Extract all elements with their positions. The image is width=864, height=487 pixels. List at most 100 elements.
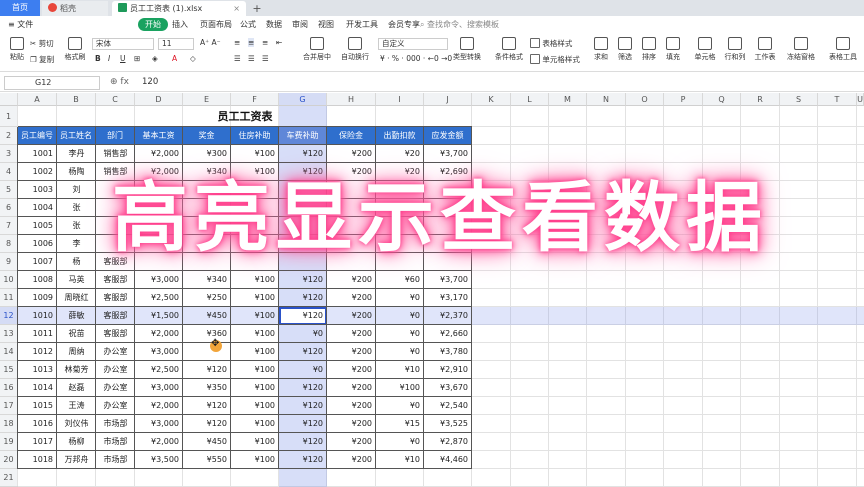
table-cell[interactable]: ¥200 — [327, 451, 376, 469]
row-header[interactable]: 18 — [0, 415, 18, 433]
row-header[interactable]: 17 — [0, 397, 18, 415]
table-cell[interactable]: ¥550 — [183, 451, 231, 469]
table-cell[interactable]: ¥2,910 — [424, 361, 472, 379]
column-header[interactable]: I — [376, 93, 424, 106]
tab-docer[interactable]: 稻壳 — [42, 1, 108, 16]
column-header[interactable]: E — [183, 93, 231, 106]
table-cell[interactable]: 1007 — [18, 253, 57, 271]
bold-button[interactable]: B — [95, 54, 101, 63]
column-header[interactable]: L — [511, 93, 549, 106]
align-center-icon[interactable]: ☰ — [248, 54, 255, 63]
column-header[interactable]: S — [780, 93, 818, 106]
new-tab-button[interactable]: + — [250, 1, 264, 16]
table-cell[interactable]: ¥200 — [327, 307, 376, 325]
table-cell[interactable]: ¥120 — [279, 145, 327, 163]
menu-formula[interactable]: 公式 — [240, 19, 256, 30]
table-cell[interactable]: 1004 — [18, 199, 57, 217]
table-cell[interactable]: ¥200 — [327, 433, 376, 451]
table-cell[interactable]: 客服部 — [96, 325, 135, 343]
table-cell[interactable]: 1001 — [18, 145, 57, 163]
table-cell[interactable]: 市场部 — [96, 451, 135, 469]
table-header-cell[interactable]: 奖金 — [183, 127, 231, 145]
table-cell[interactable]: ¥3,670 — [424, 379, 472, 397]
row-header[interactable]: 10 — [0, 271, 18, 289]
table-cell[interactable]: 市场部 — [96, 433, 135, 451]
table-cell[interactable]: ¥0 — [376, 289, 424, 307]
column-header[interactable]: M — [549, 93, 587, 106]
column-header[interactable]: O — [626, 93, 664, 106]
menu-view[interactable]: 视图 — [318, 19, 334, 30]
table-cell[interactable]: 赵磊 — [57, 379, 96, 397]
table-cell[interactable]: ¥3,000 — [135, 271, 183, 289]
menu-insert[interactable]: 插入 — [172, 19, 188, 30]
table-cell[interactable]: 1013 — [18, 361, 57, 379]
table-cell[interactable]: ¥250 — [183, 289, 231, 307]
table-header-cell[interactable]: 部门 — [96, 127, 135, 145]
table-cell[interactable]: ¥300 — [183, 145, 231, 163]
table-cell[interactable]: 1014 — [18, 379, 57, 397]
column-header[interactable]: N — [587, 93, 626, 106]
menu-start[interactable]: 开始 — [138, 18, 168, 31]
table-cell[interactable]: 销售部 — [96, 145, 135, 163]
table-cell[interactable]: 客服部 — [96, 307, 135, 325]
table-cell[interactable]: ¥20 — [376, 145, 424, 163]
name-box[interactable]: G12 — [4, 76, 100, 90]
indent-icon[interactable]: ⇤ — [276, 38, 282, 47]
table-cell[interactable]: ¥100 — [231, 433, 279, 451]
table-cell[interactable]: ¥200 — [327, 379, 376, 397]
align-right-icon[interactable]: ☰ — [262, 54, 269, 63]
row-header[interactable]: 20 — [0, 451, 18, 469]
table-cell[interactable]: ¥100 — [231, 271, 279, 289]
table-header-cell[interactable]: 车费补助 — [279, 127, 327, 145]
row-header[interactable]: 15 — [0, 361, 18, 379]
table-cell[interactable]: ¥200 — [327, 397, 376, 415]
font-size-select[interactable]: 11 — [158, 38, 194, 50]
column-header[interactable]: B — [57, 93, 96, 106]
table-cell[interactable]: ¥100 — [231, 325, 279, 343]
table-cell[interactable]: 1005 — [18, 217, 57, 235]
table-cell[interactable]: ¥450 — [183, 433, 231, 451]
table-cell[interactable]: ¥360 — [183, 325, 231, 343]
menu-review[interactable]: 审阅 — [292, 19, 308, 30]
table-cell[interactable]: ¥200 — [327, 415, 376, 433]
tab-home[interactable]: 首页 — [0, 0, 40, 16]
table-cell[interactable] — [183, 343, 231, 361]
table-cell[interactable]: ¥0 — [376, 325, 424, 343]
table-cell[interactable]: 周纳 — [57, 343, 96, 361]
table-cell[interactable]: ¥3,500 — [135, 451, 183, 469]
table-cell[interactable]: ¥100 — [231, 379, 279, 397]
fill-button[interactable]: 填充 — [658, 37, 688, 62]
table-header-cell[interactable]: 出勤扣款 — [376, 127, 424, 145]
table-cell[interactable]: 办公室 — [96, 379, 135, 397]
table-cell[interactable]: 1006 — [18, 235, 57, 253]
row-col-button[interactable]: 行和列 — [720, 37, 750, 62]
table-cell[interactable]: ¥2,660 — [424, 325, 472, 343]
table-cell[interactable]: ¥100 — [231, 415, 279, 433]
row-header[interactable]: 12 — [0, 307, 18, 325]
table-cell[interactable]: ¥100 — [231, 451, 279, 469]
underline-button[interactable]: U — [120, 54, 126, 63]
table-cell[interactable]: ¥200 — [327, 361, 376, 379]
table-cell[interactable]: ¥100 — [231, 307, 279, 325]
row-header[interactable]: 21 — [0, 469, 18, 487]
column-header[interactable]: U — [857, 93, 864, 106]
table-cell[interactable]: ¥200 — [327, 343, 376, 361]
table-cell[interactable]: ¥100 — [231, 145, 279, 163]
row-header[interactable]: 3 — [0, 145, 18, 163]
row-header[interactable]: 19 — [0, 433, 18, 451]
table-cell[interactable]: 王涛 — [57, 397, 96, 415]
table-cell[interactable]: ¥3,700 — [424, 271, 472, 289]
table-cell[interactable]: ¥120 — [183, 361, 231, 379]
table-cell[interactable]: ¥2,370 — [424, 307, 472, 325]
table-cell[interactable]: ¥350 — [183, 379, 231, 397]
worksheet-button[interactable]: 工作表 — [750, 37, 780, 62]
merge-center-button[interactable]: 合并居中 — [302, 37, 332, 62]
table-cell[interactable]: 办公室 — [96, 397, 135, 415]
table-cell[interactable]: ¥0 — [376, 307, 424, 325]
table-cell[interactable]: ¥0 — [279, 325, 327, 343]
column-header[interactable]: K — [472, 93, 511, 106]
table-cell[interactable]: ¥3,780 — [424, 343, 472, 361]
number-format-icons[interactable]: ¥ · % · 000 · ←0 →0 — [380, 54, 452, 63]
align-middle-icon[interactable]: ≡ — [248, 38, 255, 47]
column-header[interactable]: R — [741, 93, 780, 106]
